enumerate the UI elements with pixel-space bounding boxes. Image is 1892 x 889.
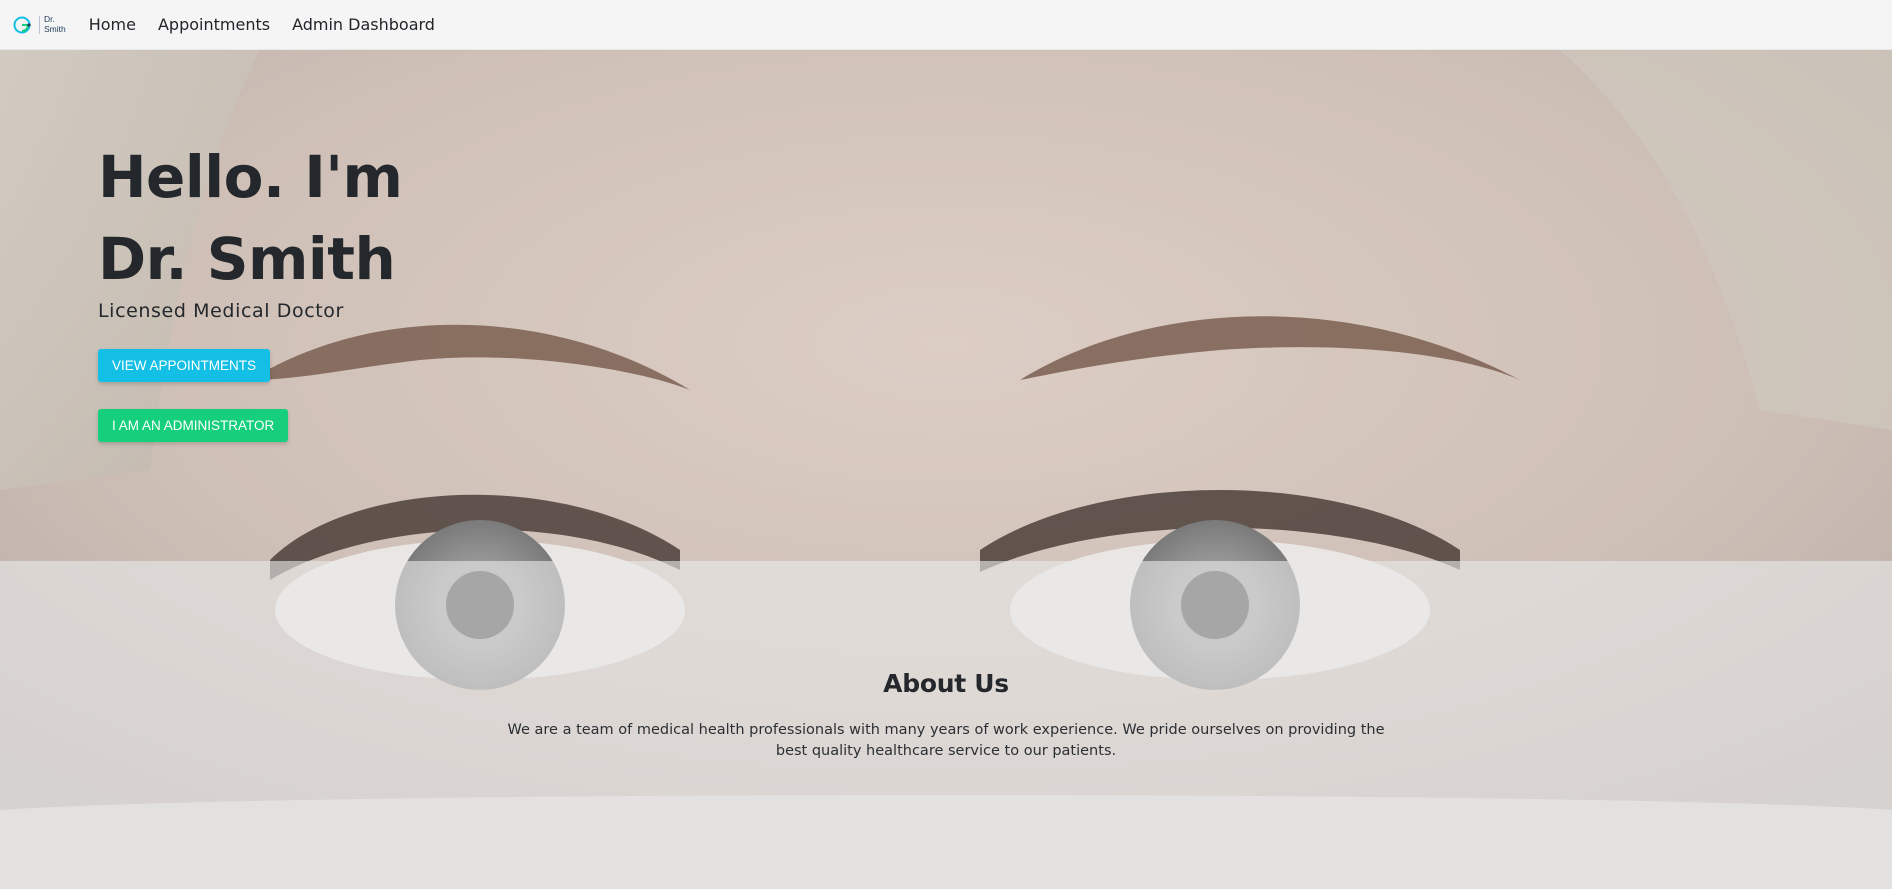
hero-subtitle: Licensed Medical Doctor [98,300,344,322]
hero-title: Hello. I'm Dr. Smith [98,136,698,300]
nav-link-home[interactable]: Home [89,15,136,34]
page: Dr. Smith Home Appointments Admin Dashbo… [0,0,1892,889]
dr-smith-logo-icon [13,16,31,33]
hero-title-line-1: Hello. I'm [98,143,403,211]
view-appointments-button[interactable]: View Appointments [98,349,271,382]
administrator-row: I am an Administrator [98,382,698,442]
brand-divider [39,15,40,34]
nav-link-appointments[interactable]: Appointments [158,15,270,34]
about-title: About Us [883,669,1009,698]
administrator-button[interactable]: I am an Administrator [98,409,289,442]
nav-link-admin-dashboard[interactable]: Admin Dashboard [292,15,435,34]
hero-title-line-2: Dr. Smith [98,225,396,293]
brand-logo[interactable]: Dr. Smith [12,10,66,40]
hero-section: Hello. I'm Dr. Smith Licensed Medical Do… [98,136,698,442]
navbar: Dr. Smith Home Appointments Admin Dashbo… [0,0,1892,50]
view-appointments-row: View Appointments [98,322,698,382]
brand-text: Dr. Smith [44,14,66,34]
brand-line-2: Smith [44,23,66,34]
about-text: We are a team of medical health professi… [507,722,1385,759]
about-section: About Us We are a team of medical health… [0,561,1892,889]
